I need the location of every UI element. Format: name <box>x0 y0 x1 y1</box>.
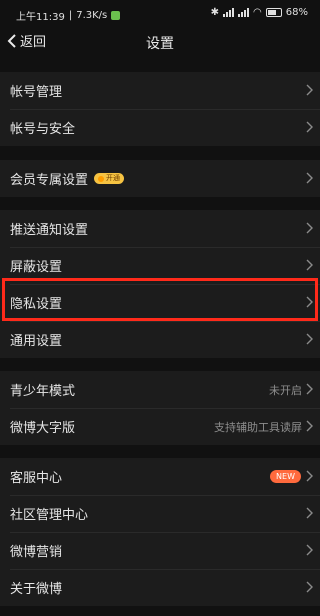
settings-group-support: 客服中心 NEW 社区管理中心 微博营销 关于微博 <box>0 458 320 606</box>
vip-badge: 开通 <box>94 173 125 184</box>
row-label: 青少年模式 <box>10 384 76 399</box>
row-community-management[interactable]: 社区管理中心 <box>0 495 320 532</box>
wifi-icon: ◠ <box>253 7 262 18</box>
row-label: 隐私设置 <box>10 297 63 312</box>
row-label: 会员专属设置 <box>10 173 89 188</box>
settings-group-general: 推送通知设置 屏蔽设置 隐私设置 通用设置 <box>0 210 320 358</box>
status-time: 上午11:39 <box>16 12 65 23</box>
settings-group-account: 帐号管理 帐号与安全 <box>0 72 320 146</box>
new-badge: NEW <box>270 470 301 483</box>
row-large-font-version[interactable]: 微博大字版 支持辅助工具读屏 <box>0 408 320 445</box>
chevron-right-icon <box>306 259 313 271</box>
large-font-status: 支持辅助工具读屏 <box>214 420 302 434</box>
teen-mode-status: 未开启 <box>269 383 302 397</box>
row-general-settings[interactable]: 通用设置 <box>0 321 320 358</box>
chevron-right-icon <box>306 420 313 432</box>
battery-icon <box>265 8 282 17</box>
chevron-right-icon <box>306 172 313 184</box>
settings-group-vip: 会员专属设置 开通 <box>0 160 320 197</box>
chevron-right-icon <box>306 222 313 234</box>
chevron-right-icon <box>306 296 313 308</box>
bluetooth-icon: ✱ <box>210 7 220 18</box>
row-label: 客服中心 <box>10 471 63 486</box>
row-about-weibo[interactable]: 关于微博 <box>0 569 320 606</box>
chevron-right-icon <box>306 544 313 556</box>
chevron-right-icon <box>306 507 313 519</box>
row-vip-settings[interactable]: 会员专属设置 开通 <box>0 160 320 197</box>
status-net-speed: 7.3K/s <box>76 10 108 21</box>
status-bar: 上午11:39 | 7.3K/s ✱ ◠ 68% <box>0 0 320 26</box>
settings-group-modes: 青少年模式 未开启 微博大字版 支持辅助工具读屏 <box>0 371 320 445</box>
status-divider: | <box>68 10 73 21</box>
row-account-management[interactable]: 帐号管理 <box>0 72 320 109</box>
battery-percent: 68% <box>285 7 308 18</box>
row-label: 关于微博 <box>10 582 63 597</box>
row-weibo-marketing[interactable]: 微博营销 <box>0 532 320 569</box>
app-notification-icon <box>111 11 121 20</box>
chevron-right-icon <box>306 84 313 96</box>
row-teen-mode[interactable]: 青少年模式 未开启 <box>0 371 320 408</box>
row-label: 屏蔽设置 <box>10 260 63 275</box>
page-title: 设置 <box>146 36 174 52</box>
chevron-right-icon <box>306 383 313 395</box>
status-left: 上午11:39 | 7.3K/s <box>16 8 121 23</box>
row-label: 社区管理中心 <box>10 508 89 523</box>
crown-icon <box>98 175 105 182</box>
row-label: 帐号管理 <box>10 85 63 100</box>
row-label: 推送通知设置 <box>10 223 89 238</box>
status-right: ✱ ◠ 68% <box>211 7 308 18</box>
chevron-right-icon <box>306 470 313 482</box>
signal-icon-2 <box>238 8 250 17</box>
nav-bar: 返回 设置 <box>0 26 320 56</box>
chevron-right-icon <box>306 333 313 345</box>
vip-badge-label: 开通 <box>106 174 121 182</box>
row-label: 微博大字版 <box>10 421 76 436</box>
row-label: 通用设置 <box>10 334 63 349</box>
row-label: 微博营销 <box>10 545 63 560</box>
row-privacy-settings[interactable]: 隐私设置 <box>0 284 320 321</box>
chevron-right-icon <box>306 121 313 133</box>
row-account-security[interactable]: 帐号与安全 <box>0 109 320 146</box>
row-push-notifications[interactable]: 推送通知设置 <box>0 210 320 247</box>
signal-icon <box>223 8 235 17</box>
row-customer-service[interactable]: 客服中心 NEW <box>0 458 320 495</box>
row-label: 帐号与安全 <box>10 122 76 137</box>
row-block-settings[interactable]: 屏蔽设置 <box>0 247 320 284</box>
chevron-right-icon <box>306 581 313 593</box>
